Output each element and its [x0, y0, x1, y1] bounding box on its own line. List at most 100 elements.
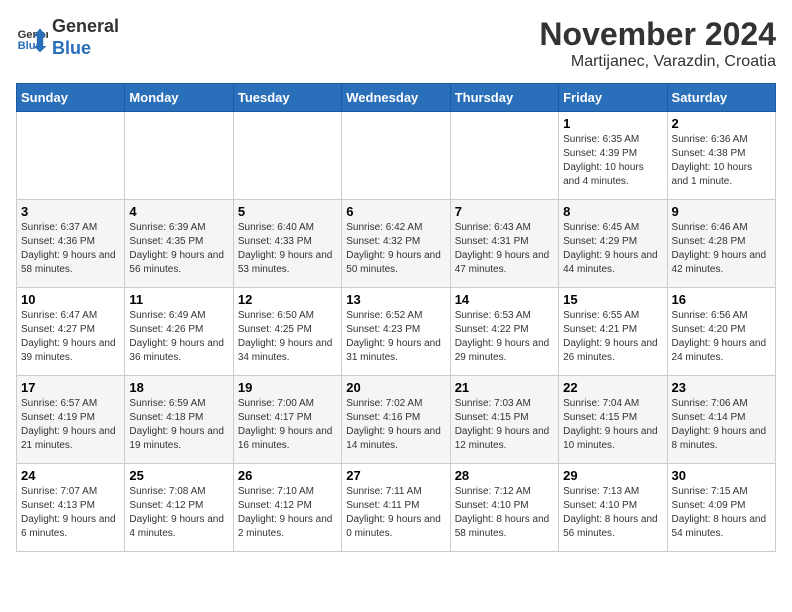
title-block: November 2024 Martijanec, Varazdin, Croa…	[539, 16, 776, 71]
calendar-cell: 2 Sunrise: 6:36 AM Sunset: 4:38 PM Daylig…	[667, 112, 775, 200]
day-info: Sunrise: 6:45 AM Sunset: 4:29 PM Dayligh…	[563, 221, 662, 277]
day-number: 12	[238, 292, 337, 307]
day-number: 10	[21, 292, 120, 307]
column-header-thursday: Thursday	[450, 84, 558, 112]
calendar-header: SundayMondayTuesdayWednesdayThursdayFrid…	[17, 84, 776, 112]
day-number: 15	[563, 292, 662, 307]
day-info: Sunrise: 6:40 AM Sunset: 4:33 PM Dayligh…	[238, 221, 337, 277]
calendar-cell: 30 Sunrise: 7:15 AM Sunset: 4:09 PM Dayli…	[667, 464, 775, 552]
calendar-cell	[342, 112, 450, 200]
day-number: 4	[129, 204, 228, 219]
calendar-cell: 21 Sunrise: 7:03 AM Sunset: 4:15 PM Dayli…	[450, 376, 558, 464]
column-header-monday: Monday	[125, 84, 233, 112]
calendar-cell: 24Sunrise: 7:07 AM Sunset: 4:13 PM Dayli…	[17, 464, 125, 552]
day-info: Sunrise: 6:50 AM Sunset: 4:25 PM Dayligh…	[238, 309, 337, 365]
calendar-week-5: 24Sunrise: 7:07 AM Sunset: 4:13 PM Dayli…	[17, 464, 776, 552]
logo-blue-text: Blue	[52, 38, 91, 58]
day-number: 25	[129, 468, 228, 483]
day-number: 11	[129, 292, 228, 307]
day-number: 16	[672, 292, 771, 307]
day-info: Sunrise: 6:55 AM Sunset: 4:21 PM Dayligh…	[563, 309, 662, 365]
day-info: Sunrise: 6:37 AM Sunset: 4:36 PM Dayligh…	[21, 221, 120, 277]
day-info: Sunrise: 6:36 AM Sunset: 4:38 PM Dayligh…	[672, 133, 771, 189]
calendar-cell: 13Sunrise: 6:52 AM Sunset: 4:23 PM Dayli…	[342, 288, 450, 376]
day-info: Sunrise: 7:06 AM Sunset: 4:14 PM Dayligh…	[672, 397, 771, 453]
day-number: 27	[346, 468, 445, 483]
day-number: 22	[563, 380, 662, 395]
day-number: 5	[238, 204, 337, 219]
day-number: 13	[346, 292, 445, 307]
day-info: Sunrise: 7:10 AM Sunset: 4:12 PM Dayligh…	[238, 485, 337, 541]
day-number: 6	[346, 204, 445, 219]
day-info: Sunrise: 7:07 AM Sunset: 4:13 PM Dayligh…	[21, 485, 120, 541]
day-number: 3	[21, 204, 120, 219]
day-info: Sunrise: 7:03 AM Sunset: 4:15 PM Dayligh…	[455, 397, 554, 453]
day-info: Sunrise: 7:12 AM Sunset: 4:10 PM Dayligh…	[455, 485, 554, 541]
calendar-cell: 18Sunrise: 6:59 AM Sunset: 4:18 PM Dayli…	[125, 376, 233, 464]
day-info: Sunrise: 7:00 AM Sunset: 4:17 PM Dayligh…	[238, 397, 337, 453]
day-number: 30	[672, 468, 771, 483]
calendar-cell: 10 Sunrise: 6:47 AM Sunset: 4:27 PM Dayli…	[17, 288, 125, 376]
logo-general-text: General	[52, 16, 119, 36]
calendar-cell	[17, 112, 125, 200]
calendar-cell: 9 Sunrise: 6:46 AM Sunset: 4:28 PM Daylig…	[667, 200, 775, 288]
column-header-friday: Friday	[559, 84, 667, 112]
column-header-wednesday: Wednesday	[342, 84, 450, 112]
day-info: Sunrise: 7:08 AM Sunset: 4:12 PM Dayligh…	[129, 485, 228, 541]
calendar-week-4: 17Sunrise: 6:57 AM Sunset: 4:19 PM Dayli…	[17, 376, 776, 464]
calendar-cell: 14Sunrise: 6:53 AM Sunset: 4:22 PM Dayli…	[450, 288, 558, 376]
day-number: 1	[563, 116, 662, 131]
day-info: Sunrise: 6:35 AM Sunset: 4:39 PM Dayligh…	[563, 133, 662, 189]
logo-icon: General Blue	[16, 22, 48, 54]
calendar-cell: 8Sunrise: 6:45 AM Sunset: 4:29 PM Daylig…	[559, 200, 667, 288]
day-info: Sunrise: 6:49 AM Sunset: 4:26 PM Dayligh…	[129, 309, 228, 365]
day-info: Sunrise: 7:15 AM Sunset: 4:09 PM Dayligh…	[672, 485, 771, 541]
calendar-week-2: 3 Sunrise: 6:37 AM Sunset: 4:36 PM Daylig…	[17, 200, 776, 288]
day-number: 2	[672, 116, 771, 131]
day-number: 19	[238, 380, 337, 395]
calendar-cell: 20 Sunrise: 7:02 AM Sunset: 4:16 PM Dayli…	[342, 376, 450, 464]
column-header-tuesday: Tuesday	[233, 84, 341, 112]
calendar-cell: 17Sunrise: 6:57 AM Sunset: 4:19 PM Dayli…	[17, 376, 125, 464]
column-header-sunday: Sunday	[17, 84, 125, 112]
month-title: November 2024	[539, 16, 776, 53]
calendar-cell: 4 Sunrise: 6:39 AM Sunset: 4:35 PM Daylig…	[125, 200, 233, 288]
calendar-cell: 5 Sunrise: 6:40 AM Sunset: 4:33 PM Daylig…	[233, 200, 341, 288]
calendar-cell: 22 Sunrise: 7:04 AM Sunset: 4:15 PM Dayli…	[559, 376, 667, 464]
calendar-body: 1 Sunrise: 6:35 AM Sunset: 4:39 PM Daylig…	[17, 112, 776, 552]
calendar-cell: 12 Sunrise: 6:50 AM Sunset: 4:25 PM Dayli…	[233, 288, 341, 376]
day-info: Sunrise: 7:02 AM Sunset: 4:16 PM Dayligh…	[346, 397, 445, 453]
calendar-cell: 3 Sunrise: 6:37 AM Sunset: 4:36 PM Daylig…	[17, 200, 125, 288]
day-number: 23	[672, 380, 771, 395]
calendar-week-1: 1 Sunrise: 6:35 AM Sunset: 4:39 PM Daylig…	[17, 112, 776, 200]
day-info: Sunrise: 6:39 AM Sunset: 4:35 PM Dayligh…	[129, 221, 228, 277]
day-number: 14	[455, 292, 554, 307]
day-number: 9	[672, 204, 771, 219]
calendar-cell: 7Sunrise: 6:43 AM Sunset: 4:31 PM Daylig…	[450, 200, 558, 288]
day-info: Sunrise: 7:11 AM Sunset: 4:11 PM Dayligh…	[346, 485, 445, 541]
calendar-cell: 19 Sunrise: 7:00 AM Sunset: 4:17 PM Dayli…	[233, 376, 341, 464]
day-number: 21	[455, 380, 554, 395]
day-info: Sunrise: 6:43 AM Sunset: 4:31 PM Dayligh…	[455, 221, 554, 277]
page-header: General Blue General Blue November 2024 …	[16, 16, 776, 71]
day-info: Sunrise: 6:57 AM Sunset: 4:19 PM Dayligh…	[21, 397, 120, 453]
calendar-cell: 15 Sunrise: 6:55 AM Sunset: 4:21 PM Dayli…	[559, 288, 667, 376]
calendar-cell	[450, 112, 558, 200]
calendar-cell: 28 Sunrise: 7:12 AM Sunset: 4:10 PM Dayli…	[450, 464, 558, 552]
calendar-cell: 11 Sunrise: 6:49 AM Sunset: 4:26 PM Dayli…	[125, 288, 233, 376]
day-number: 28	[455, 468, 554, 483]
day-info: Sunrise: 6:46 AM Sunset: 4:28 PM Dayligh…	[672, 221, 771, 277]
day-number: 20	[346, 380, 445, 395]
calendar-cell: 27 Sunrise: 7:11 AM Sunset: 4:11 PM Dayli…	[342, 464, 450, 552]
day-number: 18	[129, 380, 228, 395]
column-header-saturday: Saturday	[667, 84, 775, 112]
day-info: Sunrise: 6:56 AM Sunset: 4:20 PM Dayligh…	[672, 309, 771, 365]
day-number: 26	[238, 468, 337, 483]
day-info: Sunrise: 7:04 AM Sunset: 4:15 PM Dayligh…	[563, 397, 662, 453]
day-info: Sunrise: 6:47 AM Sunset: 4:27 PM Dayligh…	[21, 309, 120, 365]
calendar-cell: 23 Sunrise: 7:06 AM Sunset: 4:14 PM Dayli…	[667, 376, 775, 464]
day-info: Sunrise: 6:42 AM Sunset: 4:32 PM Dayligh…	[346, 221, 445, 277]
logo: General Blue General Blue	[16, 16, 119, 59]
calendar-table: SundayMondayTuesdayWednesdayThursdayFrid…	[16, 83, 776, 552]
calendar-cell	[125, 112, 233, 200]
